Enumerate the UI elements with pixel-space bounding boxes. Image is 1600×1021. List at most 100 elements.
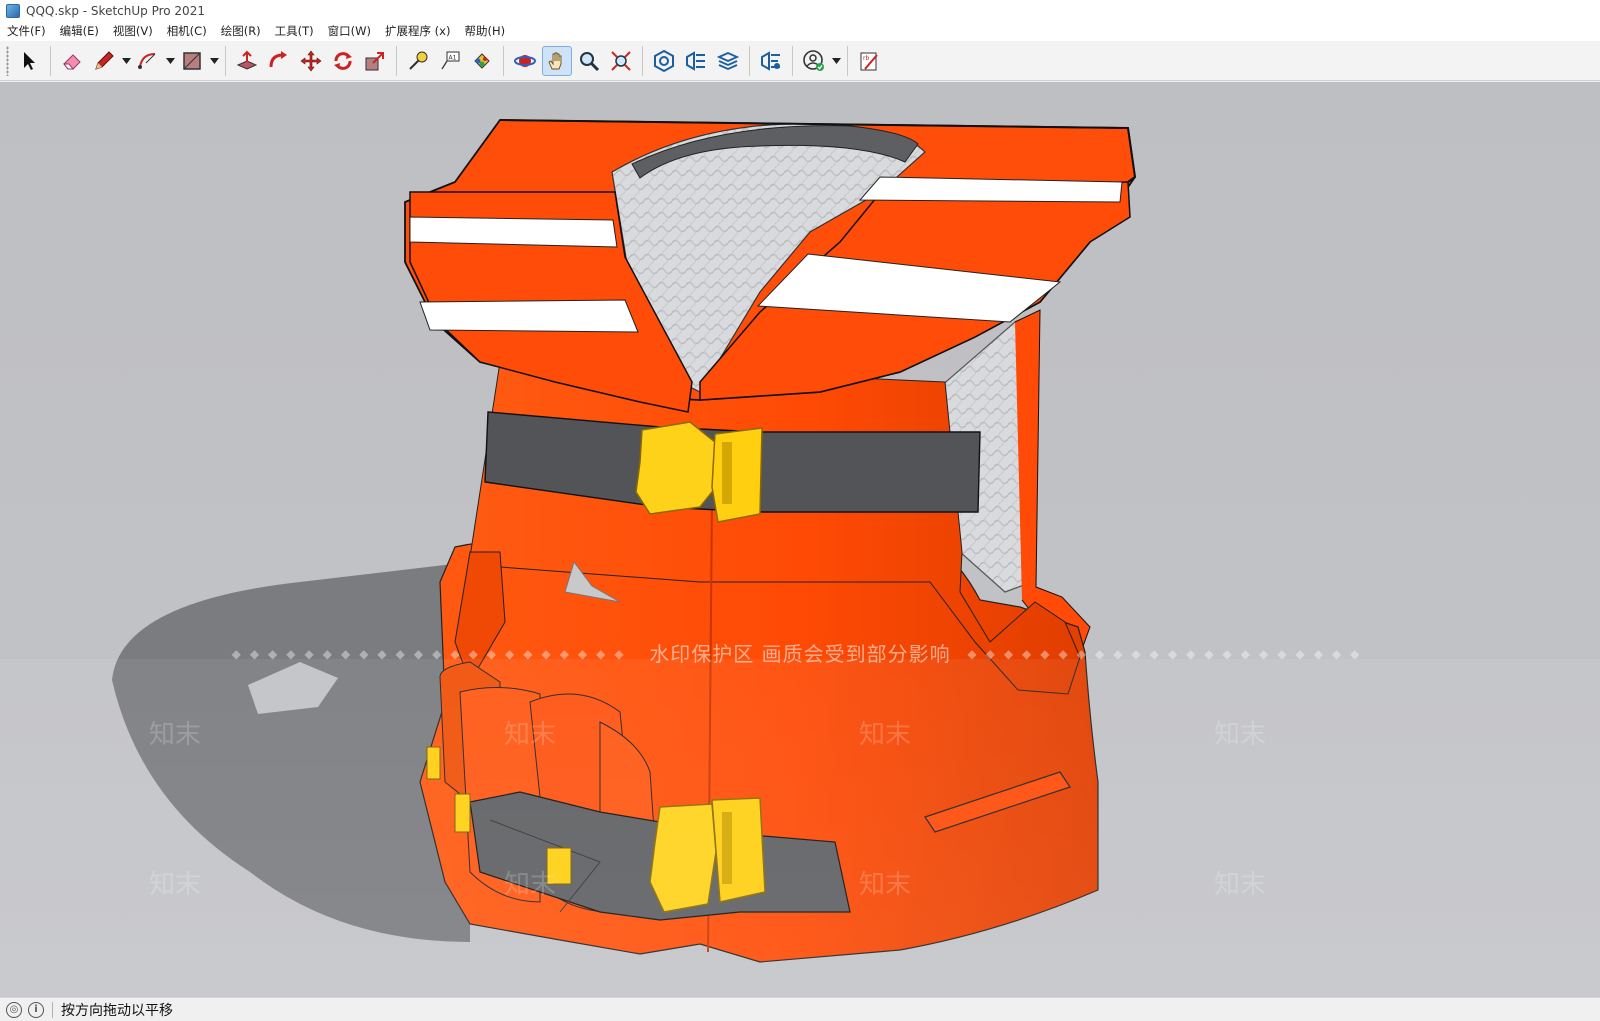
pencil-icon <box>95 50 114 70</box>
menu-file[interactable]: 文件(F) <box>0 21 53 41</box>
menu-draw[interactable]: 绘图(R) <box>214 21 268 41</box>
rectangle-tool-button[interactable] <box>177 46 207 76</box>
paint-bucket-icon <box>474 52 490 69</box>
rotate-icon <box>334 51 352 70</box>
extension-manager-button[interactable] <box>756 46 786 76</box>
chest-buckle <box>635 421 763 523</box>
toolbar-separator <box>50 45 51 76</box>
menu-edit[interactable]: 编辑(E) <box>53 21 106 41</box>
watermark-mark: 知末 <box>148 870 201 900</box>
toolbar-separator <box>792 45 793 76</box>
layout-icon <box>716 51 740 70</box>
info-icon[interactable]: i <box>28 1001 44 1018</box>
watermark-mark: 知末 <box>503 720 556 750</box>
zoom-extents-tool-button[interactable] <box>606 46 636 76</box>
watermark-mark: 知末 <box>148 720 201 750</box>
toolbar-separator <box>396 45 397 76</box>
status-bar: ◎ i 按方向拖动以平移 <box>0 997 1600 1021</box>
watermark-dots-right: ◆◆◆◆◆◆◆◆◆◆◆◆◆◆◆◆◆◆◆◆◆◆ <box>967 647 1369 661</box>
watermark-mark: 知末 <box>503 870 556 900</box>
menu-view[interactable]: 视图(V) <box>106 21 160 41</box>
send-to-layout-button[interactable] <box>713 46 743 76</box>
zoom-extents-icon <box>611 50 631 71</box>
watermark-mark: 知末 <box>858 720 911 750</box>
geo-location-icon[interactable]: ◎ <box>6 1001 22 1018</box>
arc-tools-dropdown[interactable] <box>164 46 176 76</box>
arc-tool-button[interactable] <box>133 46 163 76</box>
watermark-banner: ◆◆◆◆◆◆◆◆◆◆◆◆◆◆◆◆◆◆◆◆◆◆ 水印保护区 画质会受到部分影响 ◆… <box>0 644 1600 664</box>
shape-tools-dropdown[interactable] <box>208 46 220 76</box>
menu-help[interactable]: 帮助(H) <box>457 21 512 41</box>
watermark-mark: 知末 <box>1213 720 1266 750</box>
push-pull-tool-button[interactable] <box>232 46 262 76</box>
toolbar-separator <box>749 45 750 76</box>
select-tool-button[interactable] <box>14 46 44 76</box>
watermark-mark: 知末 <box>1213 870 1266 900</box>
scale-icon <box>365 51 384 70</box>
toolbar-grip[interactable] <box>6 45 9 76</box>
line-tools-dropdown[interactable] <box>120 46 132 76</box>
menu-tools[interactable]: 工具(T) <box>268 21 321 41</box>
tape-measure-icon <box>409 51 428 70</box>
vest-collar-left-stripe-top <box>409 216 618 248</box>
extension-warehouse-icon <box>686 50 705 71</box>
orbit-tool-button[interactable] <box>510 46 540 76</box>
warehouse-icon <box>654 49 674 72</box>
account-dropdown[interactable] <box>830 46 842 76</box>
life-vest-model <box>0 119 1600 997</box>
menu-extensions[interactable]: 扩展程序 (x) <box>378 21 457 41</box>
chevron-down-icon <box>121 57 131 64</box>
follow-me-icon <box>269 50 287 67</box>
style-builder-button[interactable]: rb <box>854 46 884 76</box>
account-icon <box>803 49 824 71</box>
paint-bucket-tool-button[interactable] <box>467 46 497 76</box>
sketchup-app-icon <box>6 3 20 18</box>
toolbar-separator <box>642 45 643 76</box>
vest-right-edge <box>1014 309 1091 661</box>
account-button[interactable] <box>799 46 829 76</box>
extension-manager-icon <box>761 50 780 71</box>
pan-tool-button[interactable] <box>542 45 572 76</box>
toolbar-separator <box>847 45 848 76</box>
chevron-down-icon <box>831 57 841 64</box>
3d-warehouse-button[interactable] <box>649 46 679 76</box>
select-icon <box>24 51 35 70</box>
eraser-tool-button[interactable] <box>57 46 87 76</box>
title-bar: QQQ.skp - SketchUp Pro 2021 <box>0 0 1600 21</box>
scale-tool-button[interactable] <box>360 46 390 76</box>
text-tool-button[interactable]: A1 <box>435 46 465 76</box>
toolbar-separator <box>225 45 226 76</box>
window-title: QQQ.skp - SketchUp Pro 2021 <box>26 3 205 18</box>
svg-text:rb: rb <box>863 55 869 62</box>
zoom-tool-button[interactable] <box>574 46 604 76</box>
vest-collar-right-stripe-top <box>858 176 1123 203</box>
menu-window[interactable]: 窗口(W) <box>321 21 378 41</box>
rectangle-icon <box>183 51 201 70</box>
style-builder-icon: rb <box>860 52 878 70</box>
arc-icon <box>138 52 156 69</box>
watermark-tint <box>0 659 1600 997</box>
follow-me-tool-button[interactable] <box>264 46 294 76</box>
move-tool-button[interactable] <box>296 46 326 76</box>
push-pull-icon <box>236 50 258 70</box>
zoom-icon <box>580 51 600 71</box>
chevron-down-icon <box>209 57 219 64</box>
status-hint: 按方向拖动以平移 <box>61 1002 173 1019</box>
menu-camera[interactable]: 相机(C) <box>160 21 214 41</box>
eraser-icon <box>62 53 81 69</box>
pan-icon <box>548 52 562 69</box>
rotate-tool-button[interactable] <box>328 46 358 76</box>
large-toolset-toolbar: A1 rb <box>0 41 1600 81</box>
chevron-down-icon <box>165 57 175 64</box>
tape-measure-tool-button[interactable] <box>403 46 433 76</box>
toolbar-separator <box>503 45 504 76</box>
pencil-tool-button[interactable] <box>89 46 119 76</box>
vest-collar-left-stripe-bottom <box>419 299 639 333</box>
extension-warehouse-button[interactable] <box>681 46 711 76</box>
watermark-banner-text: 水印保护区 画质会受到部分影响 <box>649 642 951 666</box>
modeling-viewport[interactable]: ◆◆◆◆◆◆◆◆◆◆◆◆◆◆◆◆◆◆◆◆◆◆ 水印保护区 画质会受到部分影响 ◆… <box>0 82 1600 997</box>
text-icon: A1 <box>441 51 460 69</box>
watermark-dots-left: ◆◆◆◆◆◆◆◆◆◆◆◆◆◆◆◆◆◆◆◆◆◆ <box>231 647 633 661</box>
watermark-mark: 知末 <box>858 870 911 900</box>
menu-bar: 文件(F) 编辑(E) 视图(V) 相机(C) 绘图(R) 工具(T) 窗口(W… <box>0 21 1600 41</box>
